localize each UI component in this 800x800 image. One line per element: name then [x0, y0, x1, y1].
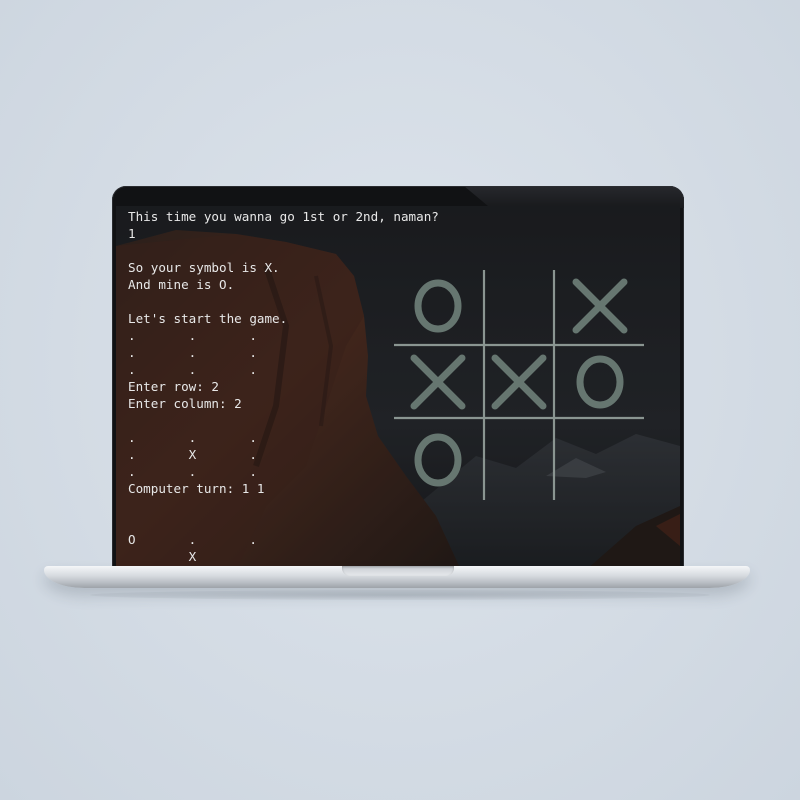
laptop-screen: This time you wanna go 1st or 2nd, naman…: [116, 206, 680, 570]
lid-opening-notch: [342, 566, 454, 576]
terminal-line: Let's start the game.: [128, 311, 288, 326]
terminal-line: And mine is O.: [128, 277, 235, 292]
x-mark: [572, 278, 628, 334]
terminal-line: . . .: [128, 345, 257, 360]
terminal-line: Enter column: 2: [128, 396, 242, 411]
bezel-glare: [464, 186, 684, 208]
terminal-output: This time you wanna go 1st or 2nd, naman…: [128, 208, 439, 565]
laptop-shadow: [90, 590, 710, 600]
terminal-line: X: [128, 549, 257, 564]
terminal-line: Enter row: 2: [128, 379, 219, 394]
terminal-line: So your symbol is X.: [128, 260, 280, 275]
terminal-line: . . .: [128, 464, 257, 479]
terminal-line: . . .: [128, 362, 257, 377]
terminal-line: . . .: [128, 328, 257, 343]
terminal-line: . X .: [128, 447, 257, 462]
x-mark: [491, 354, 547, 410]
laptop-lid: This time you wanna go 1st or 2nd, naman…: [112, 186, 684, 570]
terminal-line: O . .: [128, 532, 257, 547]
terminal-line: Computer turn: 1 1: [128, 481, 265, 496]
o-mark: [576, 355, 624, 409]
scene: This time you wanna go 1st or 2nd, naman…: [0, 0, 800, 800]
terminal-line: 1: [128, 226, 136, 241]
terminal-line: . . .: [128, 430, 257, 445]
terminal-line: This time you wanna go 1st or 2nd, naman…: [128, 209, 439, 224]
board-marks: [410, 278, 628, 487]
